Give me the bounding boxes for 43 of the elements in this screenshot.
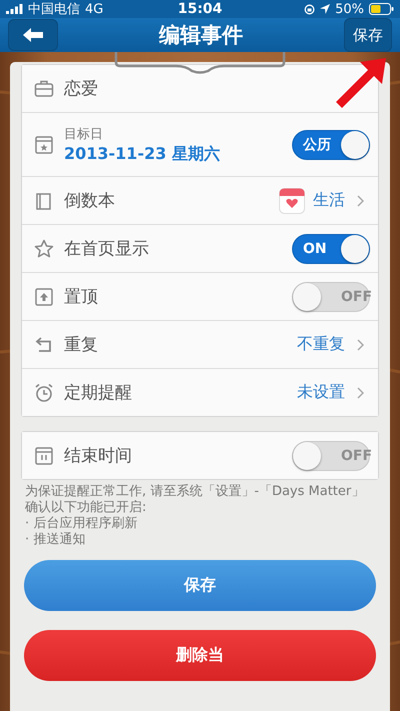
- back-button[interactable]: [8, 19, 58, 51]
- book-icon: [34, 190, 54, 210]
- chevron-right-icon: [357, 194, 364, 206]
- row-label: 在首页显示: [64, 238, 150, 260]
- row-label: 恋爱: [64, 78, 99, 100]
- save-button[interactable]: 保存: [344, 18, 392, 52]
- row-value: 生活: [313, 190, 345, 211]
- note-text: · 后台应用程序刷新: [25, 516, 138, 532]
- network-type: 4G: [85, 2, 104, 16]
- row-label: 倒数本: [64, 190, 116, 212]
- calendar-end-icon: [34, 446, 54, 466]
- settings-row[interactable]: 定期提醒 未设置: [22, 368, 378, 416]
- chevron-right-icon: [357, 386, 364, 398]
- screen-title: 编辑事件: [159, 22, 243, 49]
- row-value: 未设置: [297, 382, 345, 403]
- star-icon: [34, 238, 54, 258]
- carrier-name: 中国电信: [28, 1, 80, 18]
- row-label: 定期提醒: [64, 382, 133, 404]
- date-value: 2013-11-23 星期六: [64, 144, 221, 164]
- battery-percent: 50%: [335, 2, 364, 16]
- row-label: 结束时间: [64, 445, 133, 467]
- row-label: 目标日: [64, 126, 104, 142]
- alarm-clock-icon: [34, 382, 54, 402]
- chevron-right-icon: [357, 338, 364, 350]
- calendar-icon: [34, 134, 54, 154]
- toggle-switch[interactable]: 公历: [292, 130, 370, 160]
- toggle-switch[interactable]: ON: [292, 234, 370, 264]
- row-value: 不重复: [297, 334, 345, 355]
- note-text: 为保证提醒正常工作, 请至系统「设置」-「Days Matter」确认以下功能已开启:: [25, 484, 366, 516]
- back-arrow-icon: [23, 28, 43, 42]
- note-text: · 推送通知: [25, 532, 86, 548]
- battery-icon: [369, 3, 394, 15]
- repeat-icon: [34, 334, 54, 354]
- status-time: 15:04: [178, 1, 222, 17]
- signal-icon: [6, 4, 23, 14]
- delete-button[interactable]: 删除当: [24, 630, 376, 681]
- row-label: 重复: [64, 334, 99, 356]
- briefcase-icon: [34, 78, 54, 98]
- pin-top-icon: [34, 286, 54, 306]
- location-icon: [320, 4, 330, 14]
- row-label: 置顶: [64, 286, 99, 308]
- rotation-lock-icon: [304, 4, 316, 14]
- settings-row[interactable]: 结束时间 OFF: [22, 432, 378, 479]
